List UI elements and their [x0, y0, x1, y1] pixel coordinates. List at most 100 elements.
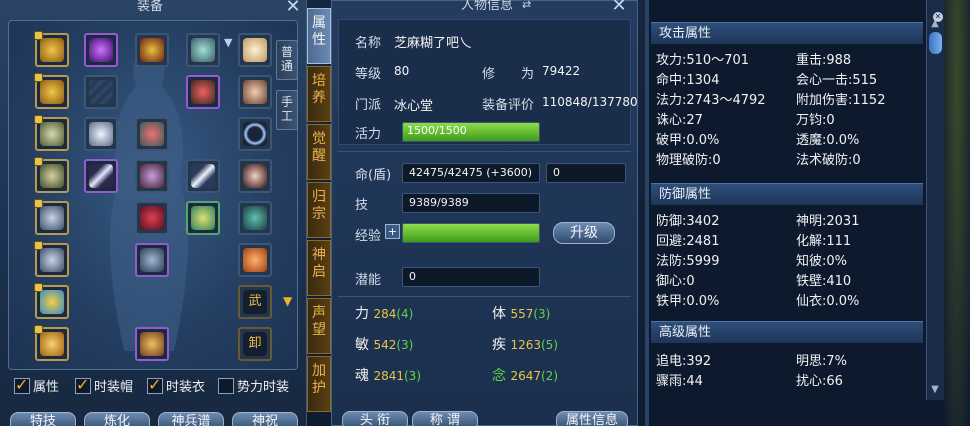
equip-slot-shoulder[interactable] — [186, 75, 220, 109]
title-button[interactable]: 头 衔 — [342, 411, 408, 426]
equip-slot-2[interactable] — [34, 73, 69, 109]
attribute-info-button[interactable]: 属性信息 — [556, 411, 628, 426]
skill-label: 技 — [355, 198, 369, 213]
hp-label: 命(盾) — [355, 168, 392, 183]
equip-slot-boots[interactable] — [135, 243, 169, 277]
equip-slot-charm[interactable] — [135, 159, 169, 193]
equipment-panel: 装备 ✕ ▼ 武 卸 ▼ 普通 手工 ✓ 属性 ✓ 时装帽 ✓ 时装衣 势力时装… — [0, 0, 307, 426]
close-icon[interactable]: ✕ — [933, 12, 943, 22]
stat-agility: 敏 542(3) — [355, 334, 413, 354]
side-tab-protection[interactable]: 加护 — [307, 356, 331, 412]
checkbox-label: 时装衣 — [166, 380, 206, 395]
refine-button[interactable]: 炼化 — [84, 412, 150, 426]
checkbox-label: 势力时装 — [237, 380, 290, 395]
dropdown-arrow-icon[interactable]: ▼ — [224, 36, 232, 49]
side-tab-return[interactable]: 归宗 — [307, 182, 331, 238]
stat-name: 疾 — [492, 337, 506, 353]
appellation-button[interactable]: 称 谓 — [412, 411, 478, 426]
stat-base: 2841 — [373, 369, 404, 383]
divider — [338, 151, 631, 152]
attribute-value: 附加伤害:1152 — [796, 93, 886, 108]
equip-slot-6[interactable] — [34, 241, 69, 277]
equip-slot-1[interactable] — [34, 31, 69, 67]
attribute-value: 骤雨:44 — [656, 374, 703, 389]
fashion-slot-ring[interactable] — [238, 117, 272, 151]
stat-body: 体 557(3) — [492, 303, 550, 323]
fashion-slot-pet[interactable] — [238, 243, 272, 277]
attribute-value: 铁甲:0.0% — [656, 294, 720, 309]
equip-slot-8[interactable] — [34, 325, 69, 361]
side-tab-attributes[interactable]: 属性 — [307, 8, 331, 64]
tab-handmade[interactable]: 手工 — [276, 90, 298, 130]
swap-icon[interactable]: ⇄ — [522, 0, 531, 11]
equip-slot-7[interactable] — [34, 283, 69, 319]
scroll-thumb[interactable] — [929, 32, 942, 54]
equip-slot-armor[interactable] — [135, 117, 169, 151]
equip-slot-3[interactable] — [34, 115, 69, 151]
divine-weapon-button[interactable]: 神兵谱 — [158, 412, 224, 426]
unequip-mark-slot[interactable]: 卸 — [238, 327, 272, 361]
equip-slot-blade[interactable] — [186, 159, 220, 193]
potential-field: 0 — [402, 267, 540, 287]
fashion-slot-mount[interactable] — [238, 201, 272, 235]
stat-name: 体 — [492, 306, 506, 322]
equip-slot-cloak[interactable] — [135, 201, 169, 235]
divider — [338, 296, 631, 297]
checkbox-faction-fashion[interactable]: 势力时装 — [218, 376, 289, 395]
equip-slot-4[interactable] — [34, 157, 69, 193]
close-icon[interactable]: ✕ — [610, 0, 628, 15]
attribute-value: 重击:988 — [796, 53, 852, 68]
tab-normal[interactable]: 普通 — [276, 40, 298, 80]
side-tab-revelation[interactable]: 神启 — [307, 240, 331, 296]
stat-add: (3) — [396, 338, 414, 352]
equip-slot-jade[interactable] — [186, 201, 220, 235]
equip-slot-feather[interactable] — [84, 117, 118, 151]
attribute-value: 攻力:510～701 — [656, 53, 750, 68]
special-skill-button[interactable]: 特技 — [10, 412, 76, 426]
checkbox-fashion-hat[interactable]: 时装帽 — [75, 375, 133, 395]
stat-base: 1263 — [510, 338, 541, 352]
stat-name: 念 — [492, 368, 506, 384]
vigor-value: 1500/1500 — [407, 124, 467, 137]
close-icon[interactable]: ✕ — [284, 0, 302, 16]
attribute-value: 仙衣:0.0% — [796, 294, 860, 309]
exp-bar — [402, 223, 540, 243]
attribute-value: 知彼:0% — [796, 254, 848, 269]
fashion-slot-hair[interactable] — [238, 33, 272, 67]
attribute-value: 命中:1304 — [656, 73, 720, 88]
attribute-value: 透魔:0.0% — [796, 133, 860, 148]
attributes-scrollbar[interactable]: ▲ ▼ — [926, 0, 944, 400]
cultivation-value: 79422 — [542, 64, 581, 78]
stat-add: (3) — [404, 369, 421, 383]
character-name: 芝麻糊了吧乀 — [394, 36, 473, 51]
cultivation-label: 修 为 — [482, 67, 535, 82]
stat-add: (2) — [541, 369, 558, 383]
equip-slot-belt[interactable] — [135, 327, 169, 361]
exp-plus-button[interactable]: + — [385, 224, 400, 239]
checkbox-attributes[interactable]: 属性 — [14, 375, 59, 395]
school-value: 冰心堂 — [394, 99, 434, 114]
equip-slot-empty[interactable] — [84, 75, 118, 109]
level-value: 80 — [394, 64, 410, 78]
upgrade-button[interactable]: 升级 — [553, 222, 615, 244]
stat-name: 魂 — [355, 368, 369, 384]
scroll-down-icon[interactable]: ▼ — [928, 384, 942, 398]
fashion-slot-face[interactable] — [238, 159, 272, 193]
stat-speed: 疾 1263(5) — [492, 334, 558, 354]
equip-slot-ornament[interactable] — [186, 33, 220, 67]
side-tab-reputation[interactable]: 声望 — [307, 298, 331, 354]
stat-name: 力 — [355, 306, 369, 322]
checkbox-fashion-clothes[interactable]: 时装衣 — [147, 375, 206, 395]
attack-section-header: 攻击属性 — [651, 22, 923, 44]
weapon-mark-slot[interactable]: 武 — [238, 285, 272, 319]
blessing-button[interactable]: 神祝 — [232, 412, 298, 426]
fashion-slot-portrait[interactable] — [238, 75, 272, 109]
equip-slot-hat[interactable] — [135, 33, 169, 67]
advanced-section-header: 高级属性 — [651, 321, 923, 343]
side-tab-awaken[interactable]: 觉醒 — [307, 124, 331, 180]
equip-slot-5[interactable] — [34, 199, 69, 235]
equip-slot-sword[interactable] — [84, 159, 118, 193]
scroll-down-icon[interactable]: ▼ — [283, 294, 292, 308]
side-tab-cultivate[interactable]: 培养 — [307, 66, 331, 122]
equip-slot-orb[interactable] — [84, 33, 118, 67]
